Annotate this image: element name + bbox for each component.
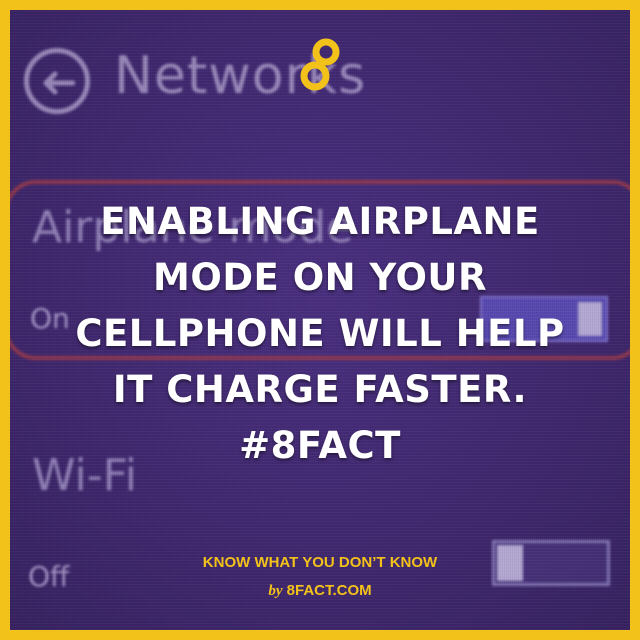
poster-canvas: Networks Airplane mode On Wi-Fi Off ENAB… bbox=[10, 10, 630, 630]
headline-line: ENABLING AIRPLANE bbox=[100, 200, 540, 243]
arrow-left-icon bbox=[43, 71, 75, 95]
8fact-logo bbox=[300, 38, 340, 91]
headline-line: IT CHARGE FASTER. bbox=[112, 368, 528, 411]
byline-by: by bbox=[268, 583, 283, 599]
headline-line: MODE ON YOUR bbox=[153, 256, 487, 299]
tagline: KNOW WHAT YOU DON’T KNOW bbox=[202, 554, 438, 571]
back-arrow-icon bbox=[24, 48, 90, 114]
site-link[interactable]: 8FACT.COM bbox=[287, 582, 372, 599]
headline-line: CELLPHONE WILL HELP bbox=[75, 312, 565, 355]
byline: by 8FACT.COM bbox=[10, 582, 630, 600]
fact-headline: ENABLING AIRPLANE MODE ON YOUR CELLPHONE… bbox=[10, 194, 630, 474]
headline-line: #8FACT bbox=[239, 424, 401, 467]
poster-frame: Networks Airplane mode On Wi-Fi Off ENAB… bbox=[0, 0, 640, 640]
